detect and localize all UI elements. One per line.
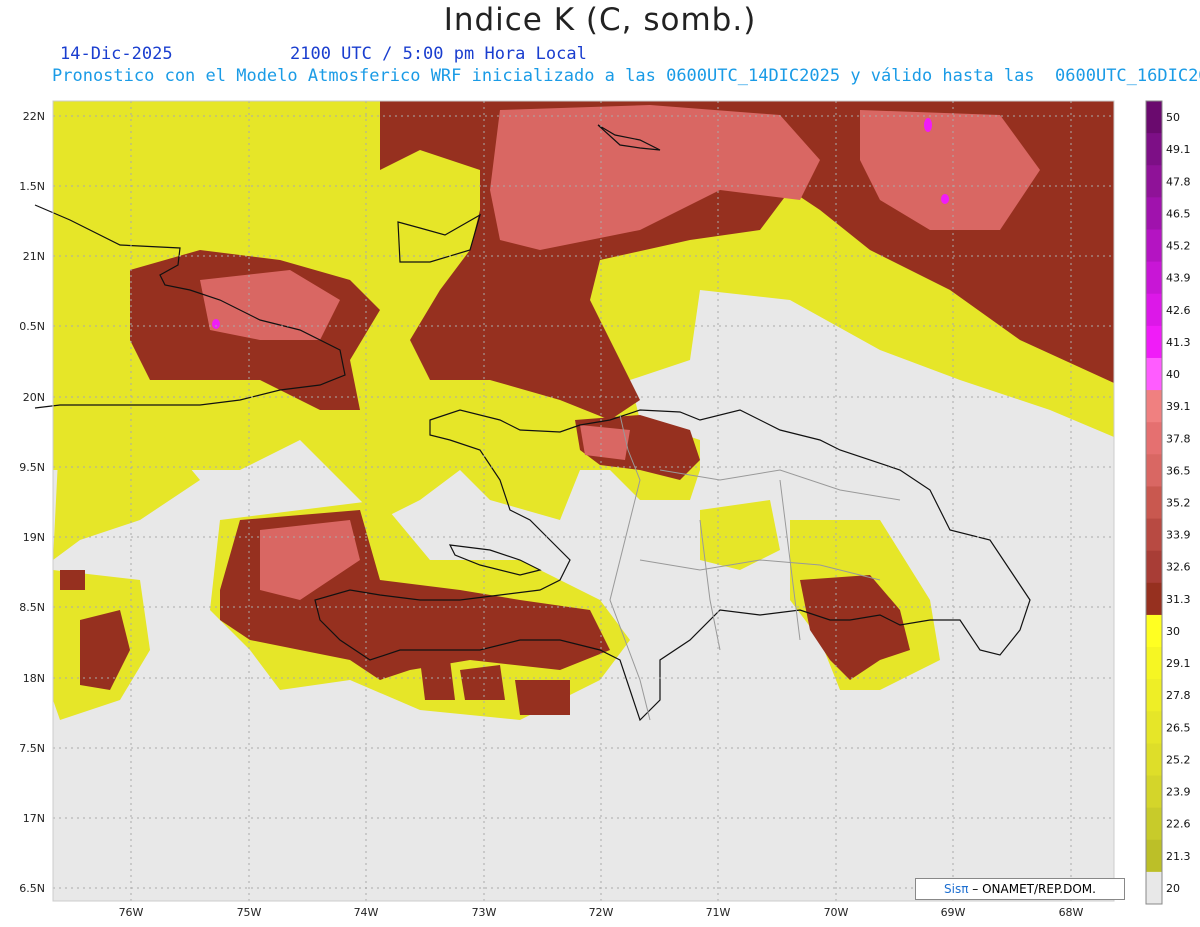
lat-label: 8.5N bbox=[19, 601, 45, 614]
colorbar-label: 27.8 bbox=[1166, 689, 1191, 702]
colorbar-swatch bbox=[1146, 197, 1162, 230]
lat-axis: 22N 1.5N 21N 0.5N 20N 9.5N 19N 8.5N 18N … bbox=[19, 110, 45, 895]
lat-label: 1.5N bbox=[19, 180, 45, 193]
colorbar-swatch bbox=[1146, 390, 1162, 423]
colorbar-label: 39.1 bbox=[1166, 400, 1191, 413]
lat-label: 7.5N bbox=[19, 742, 45, 755]
colorbar-swatch bbox=[1146, 261, 1162, 295]
colorbar-label: 50 bbox=[1166, 111, 1180, 124]
colorbar-swatch bbox=[1146, 775, 1162, 809]
lat-label: 17N bbox=[23, 812, 45, 825]
colorbar-swatch bbox=[1146, 133, 1162, 166]
colorbar-label: 29.1 bbox=[1166, 657, 1191, 670]
colorbar-label: 43.9 bbox=[1166, 272, 1191, 285]
colorbar-swatch bbox=[1146, 518, 1162, 552]
colorbar-swatch bbox=[1146, 422, 1162, 455]
colorbar-swatch bbox=[1146, 871, 1162, 905]
credit-org: – ONAMET/REP.DOM. bbox=[968, 882, 1096, 896]
colorbar-label: 31.3 bbox=[1166, 593, 1191, 606]
colorbar-swatch bbox=[1146, 101, 1162, 134]
lon-label: 71W bbox=[706, 906, 731, 919]
colorbar-label: 22.6 bbox=[1166, 818, 1191, 831]
colorbar-swatch bbox=[1146, 839, 1162, 873]
colorbar-swatch bbox=[1146, 165, 1162, 198]
colorbar-swatch bbox=[1146, 357, 1162, 391]
k-index-map: 22N 1.5N 21N 0.5N 20N 9.5N 19N 8.5N 18N … bbox=[19, 100, 1191, 919]
colorbar-label: 23.9 bbox=[1166, 786, 1191, 799]
lat-label: 18N bbox=[23, 672, 45, 685]
lat-label: 6.5N bbox=[19, 882, 45, 895]
colorbar-label: 35.2 bbox=[1166, 497, 1191, 510]
colorbar-label: 36.5 bbox=[1166, 464, 1191, 477]
colorbar: 50 49.1 47.8 46.5 45.2 43.9 42.6 41.3 40 39.1 37.8… bbox=[1145, 100, 1191, 905]
lon-label: 76W bbox=[119, 906, 144, 919]
colorbar-label: 33.9 bbox=[1166, 529, 1191, 542]
colorbar-label: 21.3 bbox=[1166, 850, 1191, 863]
colorbar-label: 32.6 bbox=[1166, 561, 1191, 574]
colorbar-swatch bbox=[1146, 550, 1162, 584]
colorbar-label: 49.1 bbox=[1166, 143, 1191, 156]
lon-label: 74W bbox=[354, 906, 379, 919]
lon-label: 70W bbox=[824, 906, 849, 919]
colorbar-swatch bbox=[1146, 711, 1162, 744]
lon-label: 72W bbox=[589, 906, 614, 919]
colorbar-swatch bbox=[1146, 325, 1162, 359]
colorbar-label: 20 bbox=[1166, 882, 1180, 895]
colorbar-label: 37.8 bbox=[1166, 432, 1191, 445]
credit-box: Sisπ – ONAMET/REP.DOM. bbox=[915, 878, 1125, 900]
lat-label: 20N bbox=[23, 391, 45, 404]
colorbar-label: 26.5 bbox=[1166, 721, 1191, 734]
colorbar-swatch bbox=[1146, 293, 1162, 327]
colorbar-swatch bbox=[1146, 614, 1162, 648]
colorbar-label: 45.2 bbox=[1166, 240, 1191, 253]
lon-label: 75W bbox=[237, 906, 262, 919]
colorbar-label: 46.5 bbox=[1166, 207, 1191, 220]
lon-axis: 76W 75W 74W 73W 72W 71W 70W 69W 68W bbox=[119, 906, 1084, 919]
lat-label: 22N bbox=[23, 110, 45, 123]
sispi-logo-text: Sisπ bbox=[944, 882, 969, 896]
colorbar-swatch bbox=[1146, 229, 1162, 263]
colorbar-swatch bbox=[1146, 679, 1162, 712]
lon-label: 68W bbox=[1059, 906, 1084, 919]
colorbar-label: 30 bbox=[1166, 625, 1180, 638]
colorbar-label: 47.8 bbox=[1166, 175, 1191, 188]
lat-label: 9.5N bbox=[19, 461, 45, 474]
colorbar-swatch bbox=[1146, 807, 1162, 841]
lon-label: 73W bbox=[472, 906, 497, 919]
lon-label: 69W bbox=[941, 906, 966, 919]
colorbar-label: 25.2 bbox=[1166, 753, 1191, 766]
colorbar-swatch bbox=[1146, 454, 1162, 487]
lat-label: 21N bbox=[23, 250, 45, 263]
colorbar-swatch bbox=[1146, 743, 1162, 777]
lat-label: 19N bbox=[23, 531, 45, 544]
colorbar-label: 42.6 bbox=[1166, 304, 1191, 317]
lat-label: 0.5N bbox=[19, 320, 45, 333]
colorbar-swatch bbox=[1146, 647, 1162, 680]
colorbar-swatch bbox=[1146, 582, 1162, 616]
colorbar-swatch bbox=[1146, 486, 1162, 520]
colorbar-label: 41.3 bbox=[1166, 336, 1191, 349]
colorbar-label: 40 bbox=[1166, 368, 1180, 381]
